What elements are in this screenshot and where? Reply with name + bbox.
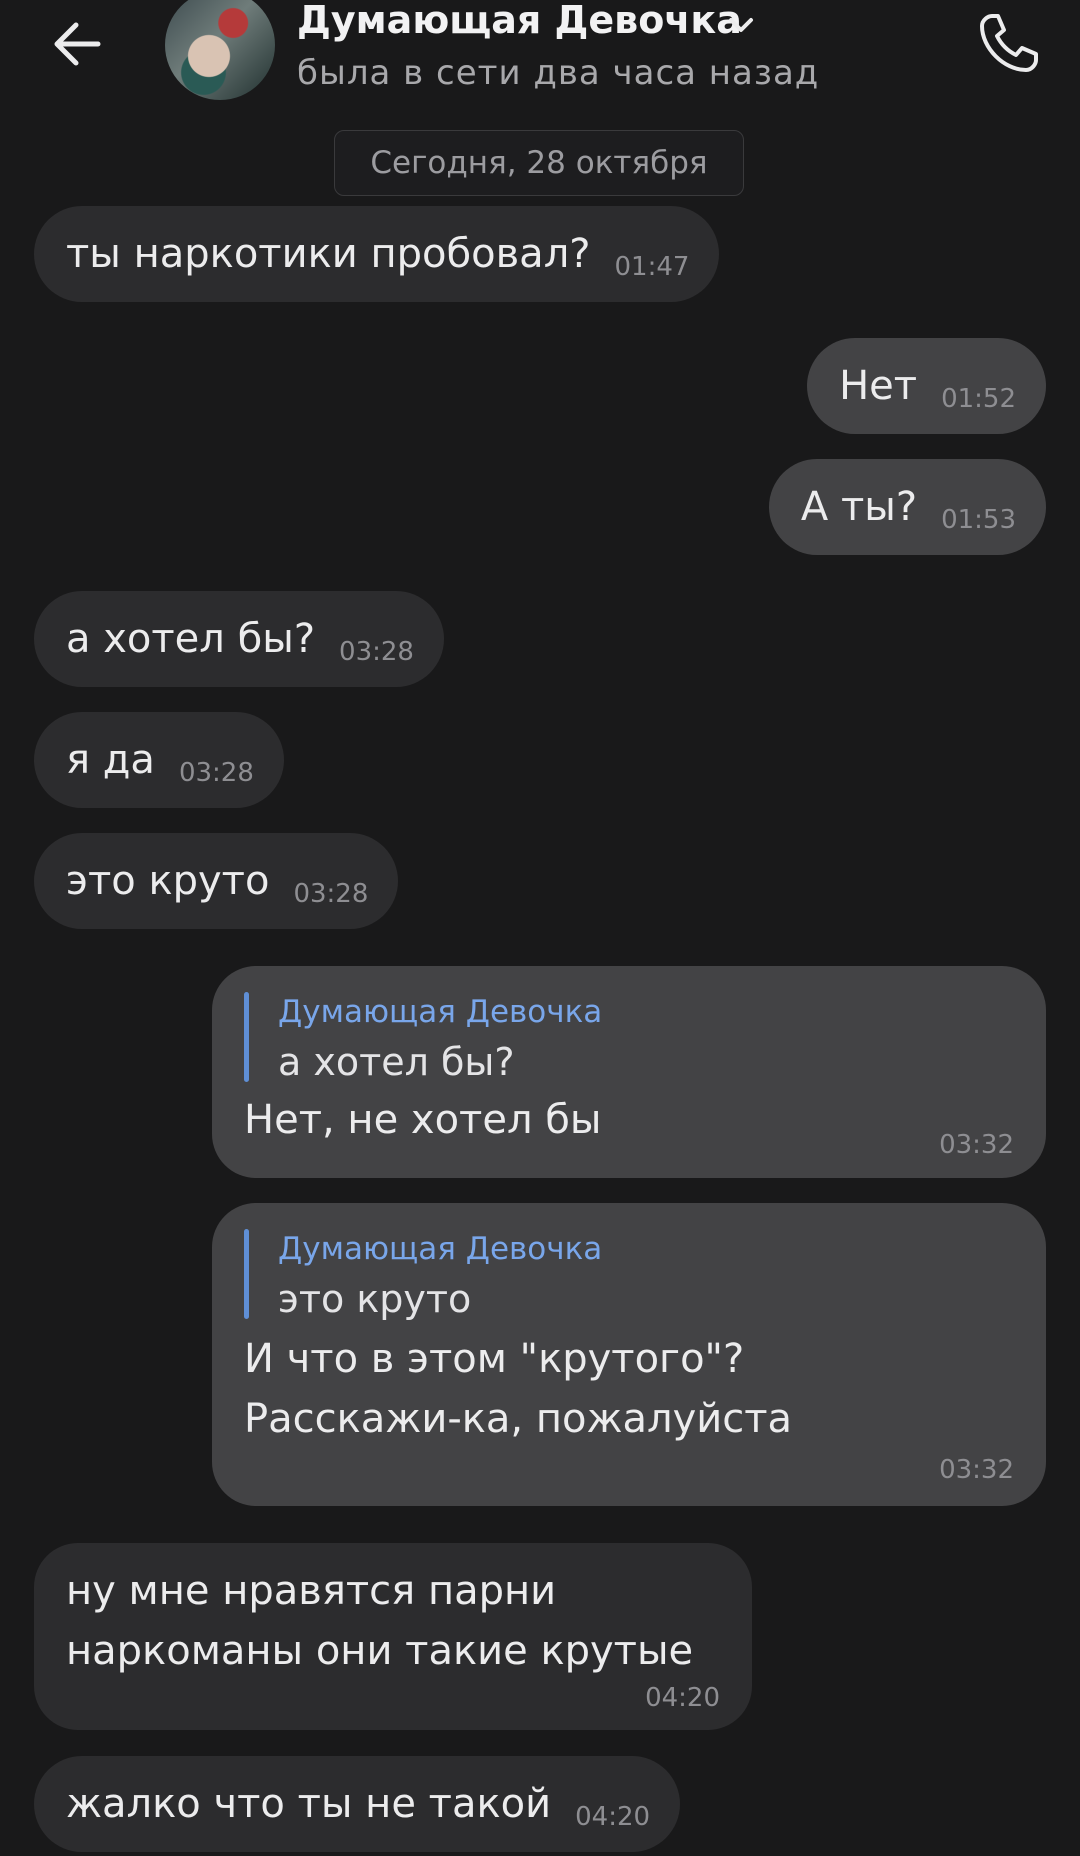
message-bubble-incoming[interactable]: это круто 03:28 xyxy=(34,833,399,929)
reply-author: Думающая Девочка xyxy=(278,994,603,1030)
phone-icon xyxy=(980,14,1038,72)
message-time: 03:28 xyxy=(178,758,254,788)
message-text: я да xyxy=(66,737,155,783)
message-text: ну мне нравятся парни xyxy=(66,1568,557,1614)
message-bubble-incoming[interactable]: ты наркотики пробовал? 01:47 xyxy=(34,206,720,302)
message-text: ты наркотики пробовал? xyxy=(66,231,591,277)
message-bubble-outgoing[interactable]: Думающая Девочка а хотел бы? Нет, не хот… xyxy=(212,966,1046,1178)
message-bubble-outgoing[interactable]: Думающая Девочка это круто И что в этом … xyxy=(212,1203,1046,1506)
date-separator: Сегодня, 28 октября xyxy=(334,130,744,196)
message-bubble-incoming[interactable]: я да 03:28 xyxy=(34,712,284,808)
message-time: 04:20 xyxy=(575,1802,651,1832)
message-bubble-incoming[interactable]: а хотел бы? 03:28 xyxy=(34,591,444,687)
chat-header: Думающая Девочка была в сети два часа на… xyxy=(0,0,1080,120)
message-time: 01:53 xyxy=(941,505,1016,535)
message-text: А ты? xyxy=(800,484,918,530)
message-time: 03:28 xyxy=(293,879,369,909)
back-button[interactable] xyxy=(46,12,110,76)
message-bubble-incoming[interactable]: жалко что ты не такой 04:20 xyxy=(34,1756,681,1852)
message-time: 03:32 xyxy=(939,1455,1014,1485)
message-bubble-outgoing[interactable]: А ты? 01:53 xyxy=(768,459,1046,555)
message-time: 01:47 xyxy=(614,252,690,282)
message-text: И что в этом "крутого"? xyxy=(244,1336,745,1382)
message-text: жалко что ты не такой xyxy=(66,1781,552,1827)
chevron-down-icon[interactable] xyxy=(726,14,756,36)
call-button[interactable] xyxy=(974,8,1044,78)
message-text: Расскажи-ка, пожалуйста xyxy=(244,1396,793,1442)
avatar[interactable] xyxy=(165,0,275,100)
message-bubble-outgoing[interactable]: Нет 01:52 xyxy=(807,338,1046,434)
message-time: 04:20 xyxy=(645,1683,720,1713)
message-text: а хотел бы? xyxy=(66,616,316,662)
reply-quote[interactable]: Думающая Девочка это круто xyxy=(244,1225,1014,1325)
message-text: наркоманы они такие крутые xyxy=(66,1628,694,1674)
reply-author: Думающая Девочка xyxy=(278,1231,603,1267)
reply-text: а хотел бы? xyxy=(278,1040,515,1084)
reply-quote[interactable]: Думающая Девочка а хотел бы? xyxy=(244,988,1014,1088)
message-time: 01:52 xyxy=(941,384,1016,414)
reply-text: это круто xyxy=(278,1277,472,1321)
arrow-left-icon xyxy=(54,22,101,66)
message-text: Нет xyxy=(839,363,918,409)
contact-name[interactable]: Думающая Девочка xyxy=(297,0,742,42)
message-time: 03:28 xyxy=(339,637,414,667)
message-text: это круто xyxy=(66,858,270,904)
message-bubble-incoming[interactable]: ну мне нравятся парни наркоманы они таки… xyxy=(34,1543,752,1730)
contact-status: была в сети два часа назад xyxy=(297,53,820,93)
